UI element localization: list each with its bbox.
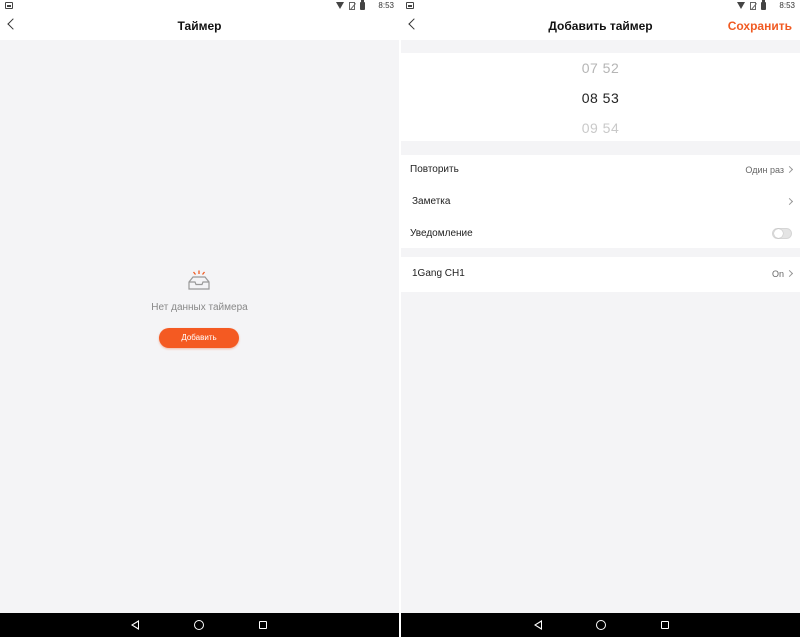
status-bar: 8:53: [401, 0, 800, 12]
chevron-right-icon: [785, 197, 794, 206]
wifi-icon: [737, 2, 746, 9]
add-button[interactable]: Добавить: [159, 328, 239, 348]
nav-recent-icon[interactable]: [661, 621, 669, 629]
chevron-right-icon: [785, 269, 794, 278]
nav-bar: [0, 613, 399, 637]
nav-back-icon[interactable]: [534, 620, 542, 630]
notification-label: Уведомление: [410, 228, 473, 239]
notification-row: Уведомление: [401, 219, 800, 249]
time-option-previous[interactable]: 07 52: [401, 60, 800, 76]
battery-icon: [360, 0, 366, 10]
toggle-knob: [774, 229, 783, 238]
time-option-next[interactable]: 09 54: [401, 120, 800, 136]
no-sim-icon: [750, 1, 757, 10]
battery-icon: [761, 0, 767, 10]
status-clock: 8:53: [779, 1, 795, 10]
page-title: Таймер: [177, 19, 222, 33]
timer-list-screen: 8:53 Таймер Нет данных таймера Добавить: [0, 0, 399, 637]
device-value: On: [771, 269, 784, 279]
empty-inbox-icon: [188, 270, 210, 290]
notification-toggle[interactable]: [772, 228, 792, 239]
device-group: 1Gang CH1 On: [401, 257, 800, 292]
wifi-icon: [336, 2, 345, 9]
add-timer-screen: 8:53 Добавить таймер Сохранить 07 52 08 …: [401, 0, 800, 637]
note-row[interactable]: Заметка: [401, 187, 800, 217]
status-bar: 8:53: [0, 0, 399, 12]
time-picker[interactable]: 07 52 08 53 09 54: [401, 53, 800, 141]
device-row[interactable]: 1Gang CH1 On: [401, 259, 800, 289]
nav-recent-icon[interactable]: [259, 621, 267, 629]
status-clock: 8:53: [378, 1, 394, 10]
chevron-right-icon: [785, 165, 794, 174]
notification-icon: [5, 2, 13, 9]
nav-home-icon[interactable]: [194, 620, 204, 630]
notification-icon: [406, 2, 414, 9]
device-label: 1Gang CH1: [412, 268, 465, 279]
settings-group: Повторить Один раз Заметка Уведомление: [401, 155, 800, 248]
nav-bar: [401, 613, 800, 637]
header: Добавить таймер Сохранить: [401, 12, 800, 40]
save-button[interactable]: Сохранить: [728, 19, 792, 33]
repeat-row[interactable]: Повторить Один раз: [401, 155, 800, 185]
repeat-label: Повторить: [410, 164, 459, 175]
repeat-value: Один раз: [745, 165, 784, 175]
no-sim-icon: [349, 1, 356, 10]
note-label: Заметка: [412, 196, 451, 207]
empty-state-text: Нет данных таймера: [151, 302, 248, 313]
nav-back-icon[interactable]: [131, 620, 139, 630]
time-option-selected[interactable]: 08 53: [401, 90, 800, 106]
nav-home-icon[interactable]: [596, 620, 606, 630]
header: Таймер: [0, 12, 399, 40]
